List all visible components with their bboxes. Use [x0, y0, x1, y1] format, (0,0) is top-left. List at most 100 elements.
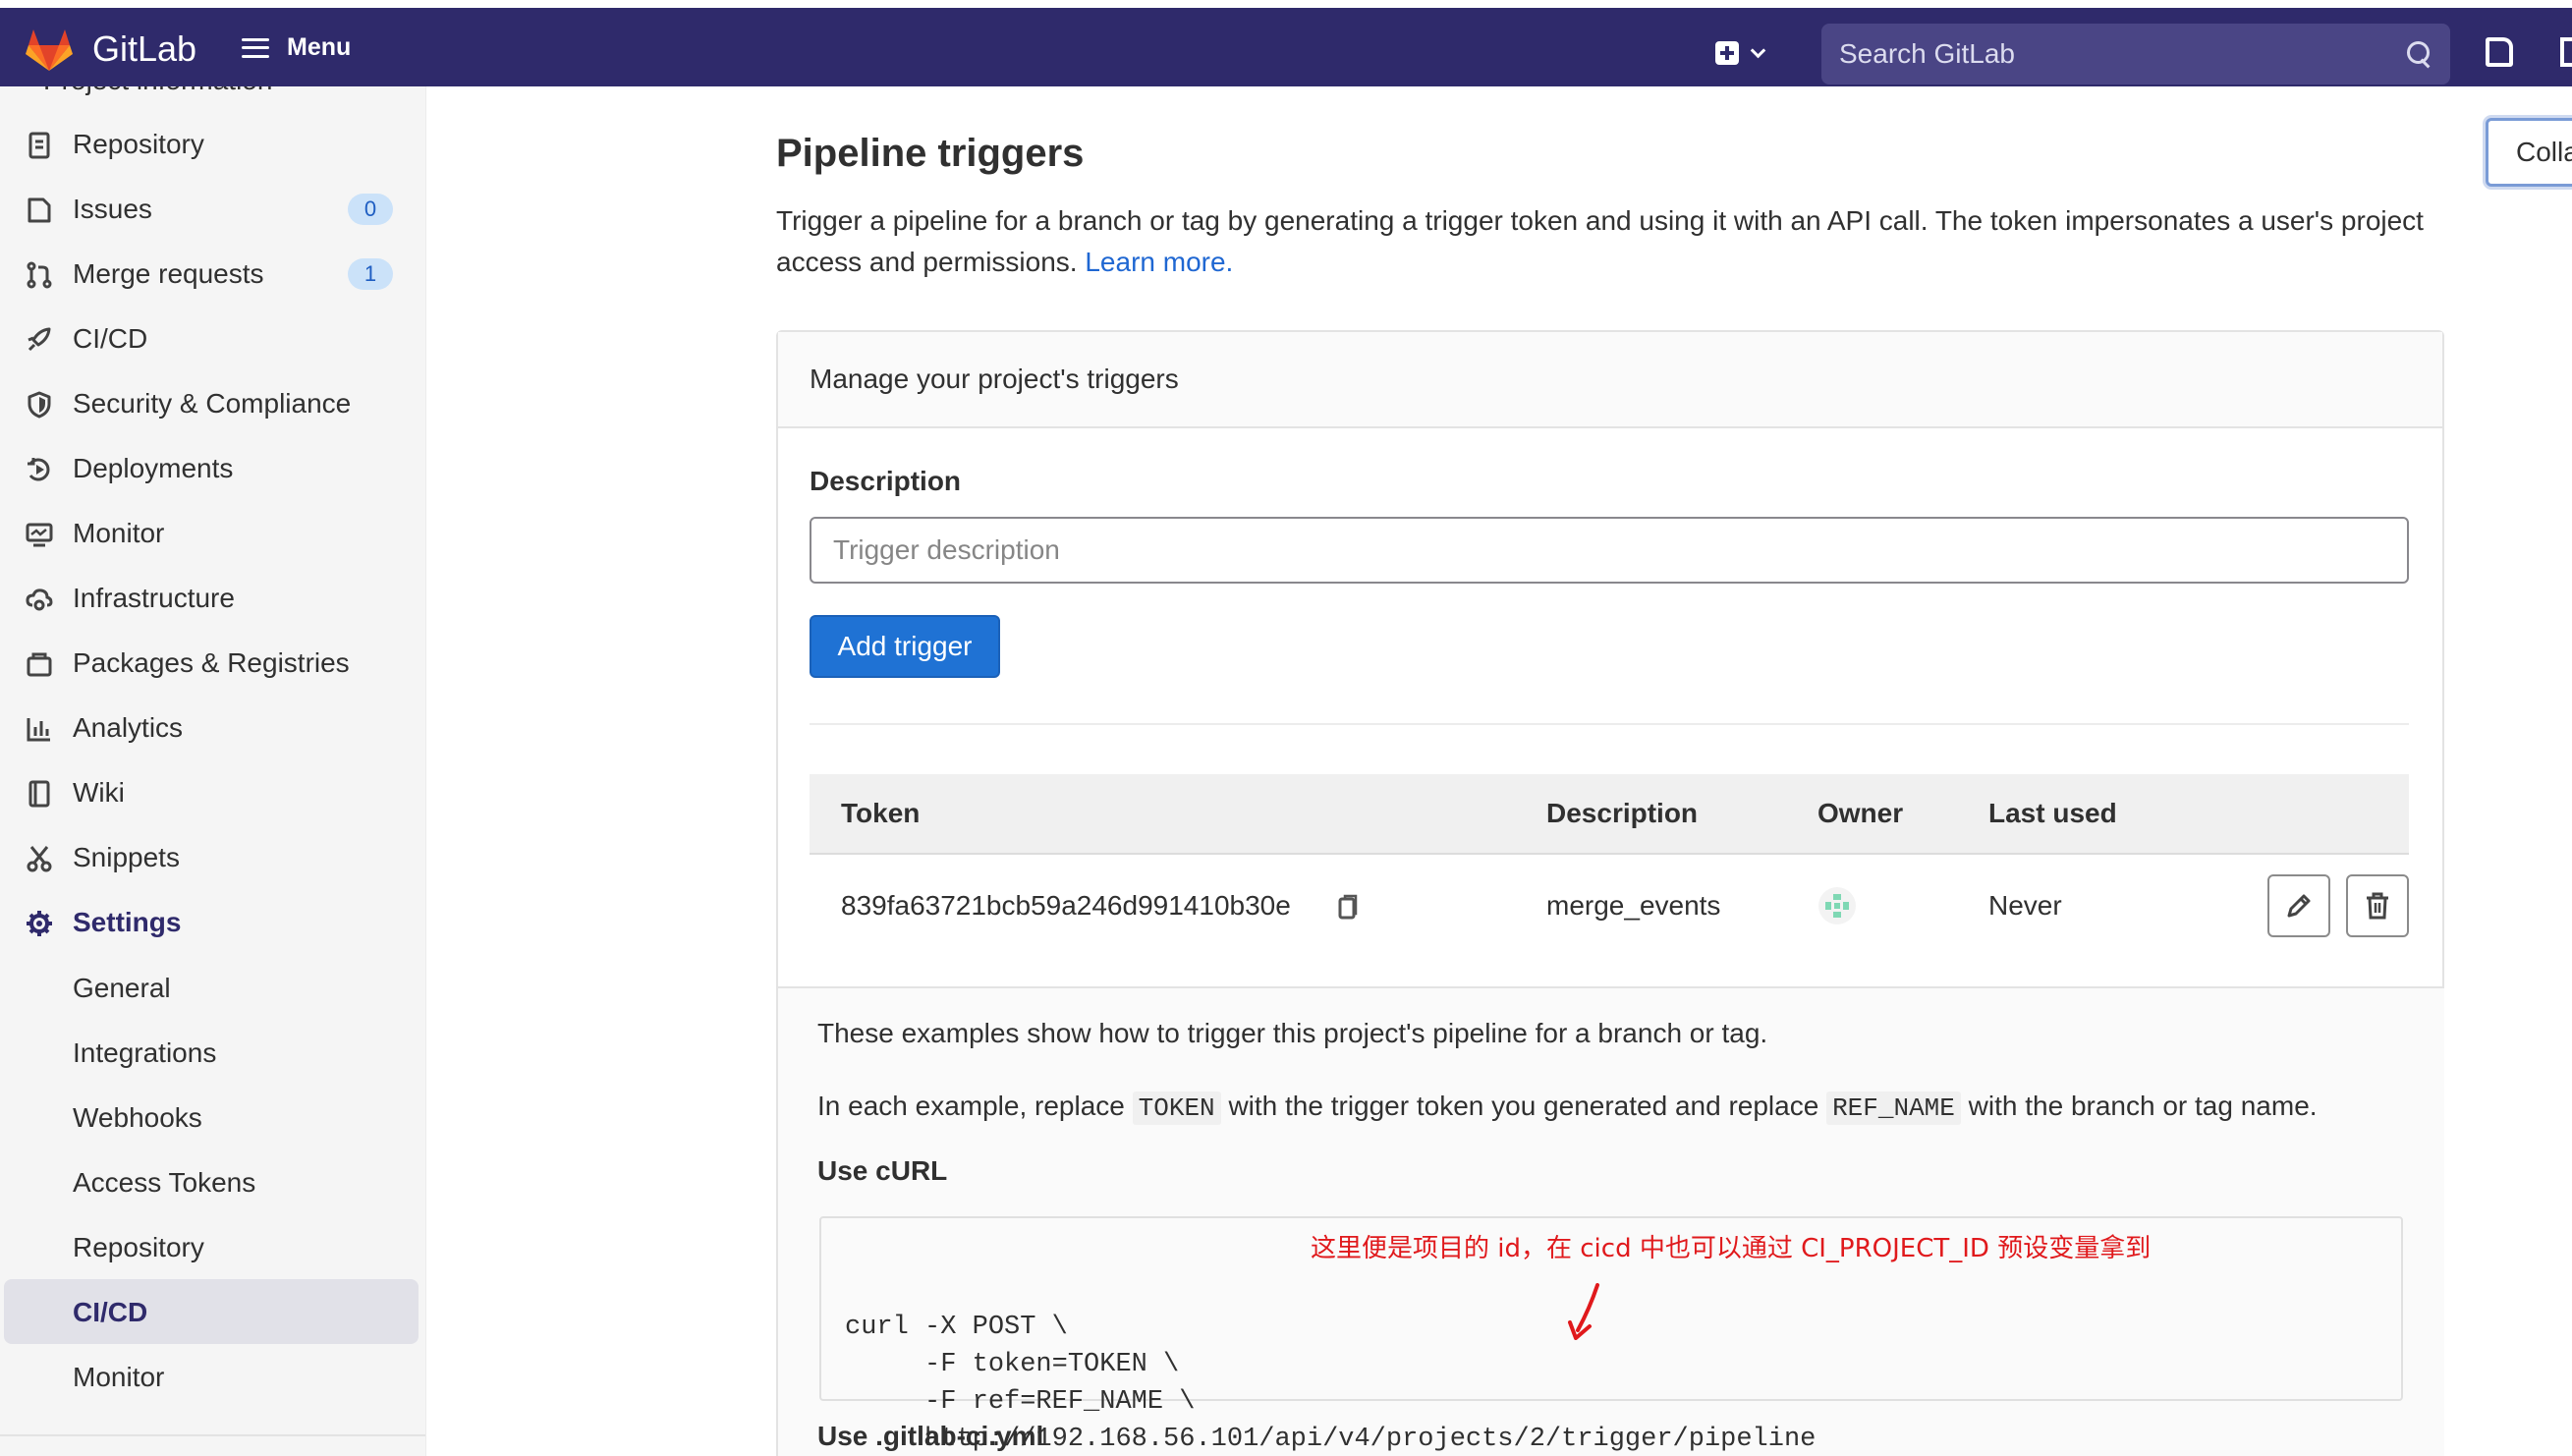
sidebar-item-settings[interactable]: Settings	[0, 890, 425, 955]
sidebar-item-project-information[interactable]: Project information	[43, 86, 272, 96]
sidebar-item-snippets[interactable]: Snippets	[0, 825, 425, 890]
owner-avatar[interactable]	[1817, 886, 1857, 925]
column-token: Token	[841, 798, 921, 828]
rocket-icon	[28, 327, 51, 352]
sidebar-item-monitor[interactable]: Monitor	[0, 501, 425, 566]
yml-heading: Use .gitlab-ci.yml	[817, 1421, 1044, 1451]
sidebar-sub-label: General	[73, 973, 171, 1003]
menu-button[interactable]: Menu	[242, 33, 351, 62]
examples-section: These examples show how to trigger this …	[778, 986, 2444, 1456]
chevron-down-icon	[1750, 42, 1766, 58]
curl-code: curl -X POST \ -F token=TOKEN \ -F ref=R…	[845, 1313, 1817, 1454]
annotation-text: 这里便是项目的 id，在 cicd 中也可以通过 CI_PROJECT_ID 预…	[1311, 1234, 2152, 1263]
merge-request-icon	[27, 261, 52, 289]
merge-request-icon[interactable]	[2560, 37, 2572, 67]
gitlab-logo[interactable]: GitLab	[24, 24, 196, 75]
copy-icon[interactable]	[1338, 894, 1360, 920]
sidebar-item-repository[interactable]: Repository	[0, 112, 425, 177]
plus-square-icon	[1715, 41, 1739, 65]
sidebar-sub-label: Integrations	[73, 1037, 217, 1068]
settings-sub-integrations[interactable]: Integrations	[0, 1020, 425, 1085]
sidebar-item-deployments[interactable]: Deployments	[0, 436, 425, 501]
page-description-text: Trigger a pipeline for a branch or tag b…	[776, 205, 2424, 277]
deployments-icon	[28, 458, 50, 481]
examples-replace-note: In each example, replace TOKEN with the …	[817, 1091, 2318, 1125]
trigger-description-input[interactable]	[810, 517, 2409, 584]
sidebar: Project information Repository Issues 0 …	[0, 86, 426, 1456]
issues-icon	[28, 197, 51, 223]
curl-heading: Use cURL	[817, 1155, 948, 1186]
sidebar-item-packages-registries[interactable]: Packages & Registries	[0, 631, 425, 696]
replace-mid: with the trigger token you generated and…	[1228, 1091, 1819, 1121]
settings-sub-cicd[interactable]: CI/CD	[4, 1279, 419, 1344]
issues-count-badge: 0	[348, 194, 393, 225]
sidebar-item-label: Packages & Registries	[73, 647, 350, 678]
edit-trigger-button[interactable]	[2267, 874, 2330, 937]
sidebar-item-infrastructure[interactable]: Infrastructure	[0, 566, 425, 631]
triggers-card: Manage your project's triggers Descripti…	[776, 330, 2444, 1456]
triggers-table-header: Token Description Owner Last used	[810, 774, 2409, 855]
description-label: Description	[810, 466, 962, 496]
search-bar[interactable]: Search GitLab	[1821, 24, 2450, 84]
collapse-label: Collapse	[2516, 137, 2572, 167]
top-navbar: GitLab Menu Search GitLab	[0, 0, 2572, 86]
new-dropdown-button[interactable]	[1715, 41, 1766, 65]
sidebar-item-wiki[interactable]: Wiki	[0, 760, 425, 825]
trigger-token: 839fa63721bcb59a246d991410b30e	[841, 890, 1291, 921]
package-icon	[27, 652, 52, 677]
hamburger-icon	[242, 37, 269, 58]
settings-sub-monitor[interactable]: Monitor	[0, 1344, 425, 1409]
column-last-used: Last used	[1988, 798, 2117, 828]
sidebar-item-label: Infrastructure	[73, 583, 235, 613]
delete-trigger-button[interactable]	[2346, 874, 2409, 937]
book-icon	[28, 780, 50, 808]
sidebar-item-merge-requests[interactable]: Merge requests 1	[0, 242, 425, 307]
search-icon	[2407, 41, 2432, 67]
sidebar-item-label: Analytics	[73, 712, 184, 743]
settings-sub-access-tokens[interactable]: Access Tokens	[0, 1149, 425, 1214]
replace-suffix: with the branch or tag name.	[1968, 1091, 2318, 1121]
sidebar-item-label: Snippets	[73, 842, 180, 872]
settings-sub-general[interactable]: General	[0, 955, 425, 1020]
ref-name-code: REF_NAME	[1826, 1092, 1961, 1125]
sidebar-item-cicd[interactable]: CI/CD	[0, 307, 425, 371]
sidebar-item-label: Wiki	[73, 777, 125, 808]
divider	[810, 723, 2409, 725]
collapse-button[interactable]: Collapse	[2486, 118, 2572, 187]
column-description: Description	[1546, 798, 1699, 828]
issues-icon[interactable]	[2486, 37, 2513, 67]
learn-more-link[interactable]: Learn more.	[1085, 247, 1233, 277]
sidebar-item-label: Repository	[73, 129, 204, 159]
scissors-icon	[27, 846, 52, 872]
shield-icon	[28, 391, 51, 419]
settings-sub-repository[interactable]: Repository	[0, 1214, 425, 1279]
annotation-arrow-icon	[1568, 1283, 1599, 1340]
analytics-icon	[27, 718, 50, 742]
sidebar-item-security-compliance[interactable]: Security & Compliance	[0, 371, 425, 436]
sidebar-sub-label: Monitor	[73, 1362, 165, 1392]
token-code: TOKEN	[1132, 1092, 1221, 1125]
page-description: Trigger a pipeline for a branch or tag b…	[776, 200, 2436, 283]
add-trigger-button[interactable]: Add trigger	[810, 615, 1000, 678]
trigger-description: merge_events	[1546, 890, 1721, 921]
search-input[interactable]: Search GitLab	[1839, 38, 2407, 70]
sidebar-item-label: Monitor	[73, 518, 165, 548]
settings-sub-webhooks[interactable]: Webhooks	[0, 1085, 425, 1149]
merge-requests-count-badge: 1	[348, 258, 393, 290]
sidebar-item-label: Merge requests	[73, 258, 264, 289]
sidebar-divider	[0, 1434, 425, 1436]
sidebar-sub-label: Access Tokens	[73, 1167, 256, 1198]
sidebar-item-issues[interactable]: Issues 0	[0, 177, 425, 242]
sidebar-item-label: Security & Compliance	[73, 388, 352, 419]
sidebar-item-label: CI/CD	[73, 323, 148, 354]
page-title: Pipeline triggers	[776, 132, 1085, 175]
sidebar-sub-label: Webhooks	[73, 1102, 202, 1133]
examples-intro: These examples show how to trigger this …	[817, 1018, 1768, 1048]
curl-code-block[interactable]: curl -X POST \ -F token=TOKEN \ -F ref=R…	[819, 1216, 2403, 1454]
sidebar-item-label: Deployments	[73, 453, 234, 483]
column-owner: Owner	[1817, 798, 1904, 828]
monitor-icon	[26, 523, 53, 547]
gitlab-tanuki-icon	[26, 29, 73, 71]
card-header: Manage your project's triggers	[778, 332, 2442, 428]
sidebar-item-analytics[interactable]: Analytics	[0, 696, 425, 760]
